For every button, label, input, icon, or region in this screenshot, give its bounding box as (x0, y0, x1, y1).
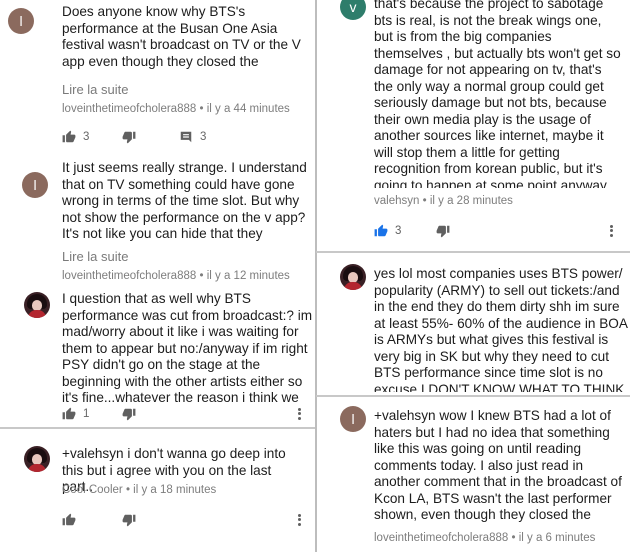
thumbs-up-icon (62, 130, 76, 143)
meta-separator: • (199, 103, 204, 115)
comments-column-right: v that's because the project to sabotage… (316, 0, 630, 552)
avatar-shirt (28, 464, 46, 472)
thumbs-up-icon (374, 224, 388, 237)
author-name[interactable]: valehsyn (374, 195, 419, 207)
timestamp: il y a 6 minutes (518, 532, 596, 544)
reply: yes lol most companies uses BTS power/ p… (316, 254, 630, 394)
like-button[interactable]: 3 (374, 221, 401, 241)
thumbs-down-icon (122, 408, 136, 421)
meta-separator: • (199, 270, 204, 282)
read-more-link[interactable]: Lire la suite (62, 82, 128, 97)
comment-meta: valehsyn • il y a 28 minutes (374, 195, 513, 207)
comment-actions: 1 (62, 404, 312, 424)
comment-meta: loveinthetimeofcholera888 • il y a 6 min… (374, 532, 595, 544)
divider (316, 251, 630, 253)
like-button[interactable]: 1 (62, 404, 89, 424)
comment-text: that's because the project to sabotage b… (374, 0, 621, 188)
reply: I question that as well why BTS performa… (0, 286, 316, 424)
timestamp: il y a 28 minutes (429, 195, 513, 207)
comment-text: It just seems really strange. I understa… (62, 160, 307, 243)
timestamp: il y a 44 minutes (206, 103, 290, 115)
like-button[interactable]: 3 (62, 127, 89, 147)
reply: +valehsyn i don't wanna go deep into thi… (0, 430, 316, 552)
timestamp: il y a 12 minutes (206, 270, 290, 282)
comment-text: yes lol most companies uses BTS power/ p… (374, 266, 628, 392)
reply-button[interactable]: 3 (179, 127, 206, 147)
comment-actions: 3 (374, 221, 624, 241)
comment-icon (180, 131, 192, 143)
reply-count: 3 (200, 131, 207, 143)
author-name[interactable]: Cool Cooler (62, 484, 123, 496)
reply: v that's because the project to sabotage… (316, 0, 630, 250)
like-count: 1 (83, 408, 90, 420)
reply: l +valehsyn wow I knew BTS had a lot of … (316, 398, 630, 552)
comment-actions (62, 510, 312, 530)
meta-separator: • (422, 195, 427, 207)
timestamp: il y a 18 minutes (133, 484, 217, 496)
thumbs-down-icon (436, 225, 450, 238)
like-count: 3 (83, 131, 90, 143)
divider (0, 427, 316, 429)
avatar-shirt (344, 282, 362, 290)
comment-text: +valehsyn wow I knew BTS had a lot of ha… (374, 408, 622, 526)
avatar[interactable]: l (22, 172, 48, 198)
comment-text: Does anyone know why BTS's performance a… (62, 4, 301, 69)
thumbs-down-icon (122, 131, 136, 144)
more-options-icon[interactable] (296, 406, 302, 424)
like-count: 3 (395, 225, 402, 237)
comment-thread: l Does anyone know why BTS's performance… (0, 0, 316, 160)
comments-column-left: l Does anyone know why BTS's performance… (0, 0, 316, 552)
thumbs-up-icon (62, 407, 76, 420)
avatar[interactable] (24, 446, 50, 472)
more-options-icon[interactable] (296, 512, 302, 530)
divider (316, 395, 630, 397)
avatar-shirt (28, 310, 46, 318)
comment-meta: loveinthetimeofcholera888 • il y a 44 mi… (62, 103, 290, 115)
avatar[interactable]: v (340, 0, 366, 20)
avatar[interactable]: l (340, 406, 366, 432)
avatar[interactable] (340, 264, 366, 290)
avatar[interactable] (24, 292, 50, 318)
reply: l It just seems really strange. I unders… (0, 160, 316, 286)
avatar[interactable]: l (8, 8, 34, 34)
author-name[interactable]: loveinthetimeofcholera888 (62, 103, 196, 115)
dislike-button[interactable] (122, 404, 136, 424)
comment-meta: loveinthetimeofcholera888 • il y a 12 mi… (62, 270, 290, 282)
dislike-button[interactable] (122, 510, 136, 530)
comment-text: I question that as well why BTS performa… (62, 291, 313, 407)
dislike-button[interactable] (122, 127, 136, 147)
read-more-link[interactable]: Lire la suite (62, 249, 128, 264)
thumbs-down-icon (122, 514, 136, 527)
meta-separator: • (125, 484, 130, 496)
meta-separator: • (511, 532, 516, 544)
dislike-button[interactable] (436, 221, 450, 241)
more-options-icon[interactable] (608, 223, 614, 241)
author-name[interactable]: loveinthetimeofcholera888 (374, 532, 508, 544)
author-name[interactable]: loveinthetimeofcholera888 (62, 270, 196, 282)
comment-meta: Cool Cooler • il y a 18 minutes (62, 484, 216, 496)
comment-actions: 3 3 (62, 127, 302, 147)
thumbs-up-icon (62, 513, 76, 526)
like-button[interactable] (62, 510, 76, 530)
